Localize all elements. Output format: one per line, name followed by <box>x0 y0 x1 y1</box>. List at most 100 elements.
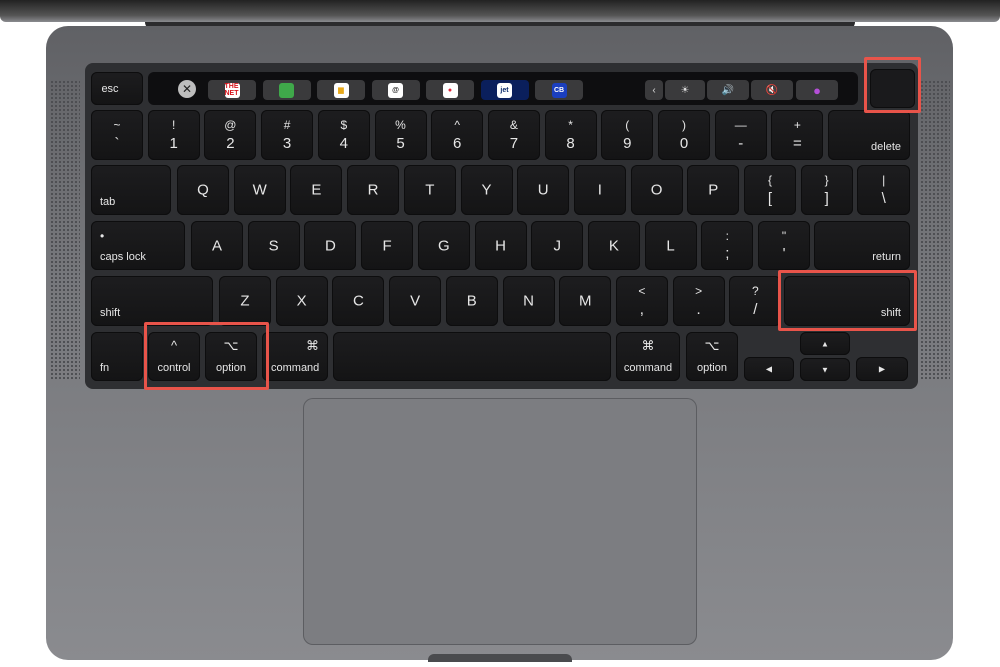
key-label: 6 <box>453 135 462 152</box>
key-label: 2 <box>226 135 235 152</box>
key-n[interactable]: N <box>502 276 555 326</box>
mute-button[interactable]: 🔇 <box>751 80 793 100</box>
key-x[interactable]: X <box>275 276 328 326</box>
key-6[interactable]: ^ 6 <box>431 110 484 160</box>
key-option[interactable]: option ⌥ <box>686 332 738 381</box>
key-label: P <box>708 181 719 199</box>
key-label: B <box>466 292 477 310</box>
key-label: fn <box>100 362 110 374</box>
key-label: 9 <box>623 135 632 152</box>
key-[interactable]: ? / <box>729 276 782 326</box>
key-c[interactable]: C <box>332 276 385 326</box>
touch-bar-app-button[interactable]: CB <box>535 80 583 100</box>
key-label: 8 <box>566 135 575 152</box>
key-label: ▼ <box>821 365 829 374</box>
key-label: ▲ <box>821 339 829 348</box>
key-v[interactable]: V <box>389 276 442 326</box>
key-label: S <box>268 237 279 254</box>
key-d[interactable]: D <box>304 221 357 270</box>
touch-bar-app-button[interactable]: THE NET <box>208 80 256 100</box>
key-g[interactable]: G <box>417 221 470 270</box>
brightness-button[interactable]: ☀ <box>665 80 705 100</box>
mute-icon: 🔇 <box>765 84 779 96</box>
key-fn[interactable]: fn <box>91 332 143 381</box>
key-3[interactable]: #3 <box>261 110 314 160</box>
key-o[interactable]: O <box>630 165 683 215</box>
key-[interactable]: <, <box>615 276 668 326</box>
key-z[interactable]: Z <box>219 276 271 326</box>
key-r[interactable]: R <box>347 165 400 215</box>
key-[interactable]: " ' <box>758 221 810 270</box>
key-t[interactable]: T <box>403 165 456 215</box>
siri-button[interactable]: ● <box>796 80 838 100</box>
key-k[interactable]: K <box>587 221 640 270</box>
collapse-chevron-button[interactable]: ‹ <box>645 80 663 100</box>
trackpad[interactable] <box>303 398 697 645</box>
touch-bar-app-button[interactable]: ▆ <box>317 80 365 100</box>
key-e[interactable]: E <box>290 165 343 215</box>
key-caps-lock[interactable]: caps lock • <box>91 221 185 270</box>
key-[interactable]: ◀ <box>744 357 794 381</box>
key-u[interactable]: U <box>517 165 570 215</box>
esc-key[interactable]: esc <box>91 72 143 105</box>
key-s[interactable]: S <box>247 221 300 270</box>
cb-app-icon: CB <box>551 82 567 98</box>
key-label: ( <box>625 118 630 132</box>
key-m[interactable]: M <box>559 276 612 326</box>
key-[interactable]: | \ <box>857 165 910 215</box>
scribble-app-icon: @ <box>388 82 403 98</box>
key-9[interactable]: (9 <box>601 110 654 160</box>
key-return[interactable]: return <box>814 221 910 270</box>
touch-bar-app-button[interactable]: ● <box>426 80 474 100</box>
highlight-right-shift <box>778 270 917 331</box>
record-app-icon: ● <box>442 82 458 98</box>
key-7[interactable]: & 7 <box>487 110 540 160</box>
key-label: ? <box>751 284 759 298</box>
key-5[interactable]: % 5 <box>374 110 427 160</box>
touch-bar-app-button[interactable]: jet <box>480 80 529 100</box>
key-b[interactable]: B <box>445 276 498 326</box>
key-label: ` <box>114 135 120 152</box>
key-label: ~ <box>113 118 121 132</box>
key-space[interactable] <box>333 332 611 381</box>
cup-app-icon: ▆ <box>333 82 349 98</box>
key-4[interactable]: $4 <box>317 110 370 160</box>
key-2[interactable]: @2 <box>204 110 257 160</box>
key-[interactable]: >. <box>672 276 725 326</box>
key-q[interactable]: Q <box>177 165 229 215</box>
key-[interactable]: }] <box>800 165 853 215</box>
key-l[interactable]: L <box>644 221 697 270</box>
leaf-app-icon <box>279 82 294 98</box>
key-[interactable]: :; <box>701 221 754 270</box>
key-command[interactable]: command ⌘ <box>262 332 328 381</box>
touch-bar-app-button[interactable]: @ <box>371 80 420 100</box>
key-a[interactable]: A <box>191 221 243 270</box>
key-y[interactable]: Y <box>460 165 513 215</box>
key-j[interactable]: J <box>531 221 584 270</box>
key-label: X <box>296 292 307 310</box>
key-delete[interactable]: delete <box>828 110 910 160</box>
key-[interactable]: + = <box>771 110 824 160</box>
key-[interactable]: ▲ <box>800 332 850 355</box>
key-w[interactable]: W <box>233 165 286 215</box>
key-[interactable]: — - <box>714 110 767 160</box>
volume-button[interactable]: 🔊 <box>707 80 749 100</box>
key-1[interactable]: ! 1 <box>147 110 200 160</box>
key-[interactable]: {[ <box>744 165 796 215</box>
key-0[interactable]: ) 0 <box>658 110 710 160</box>
key-shift[interactable]: shift <box>91 276 213 326</box>
key-[interactable]: ▼ <box>800 358 850 381</box>
key-p[interactable]: P <box>687 165 740 215</box>
touch-bar-app-button[interactable] <box>262 80 311 100</box>
key-[interactable]: ~ ` <box>91 110 143 160</box>
key-label: : <box>725 229 729 243</box>
touch-bar[interactable]: ✕ THE NET ▆ @ ● jet CB ‹ ☀ 🔊 🔇 ● <box>148 72 858 105</box>
key-f[interactable]: F <box>361 221 414 270</box>
close-icon[interactable]: ✕ <box>178 80 196 98</box>
key-h[interactable]: H <box>474 221 527 270</box>
key-tab[interactable]: tab <box>91 165 171 215</box>
key-i[interactable]: I <box>573 165 626 215</box>
key-command[interactable]: command ⌘ <box>616 332 680 381</box>
key-8[interactable]: * 8 <box>544 110 597 160</box>
key-[interactable]: ▶ <box>856 357 908 381</box>
